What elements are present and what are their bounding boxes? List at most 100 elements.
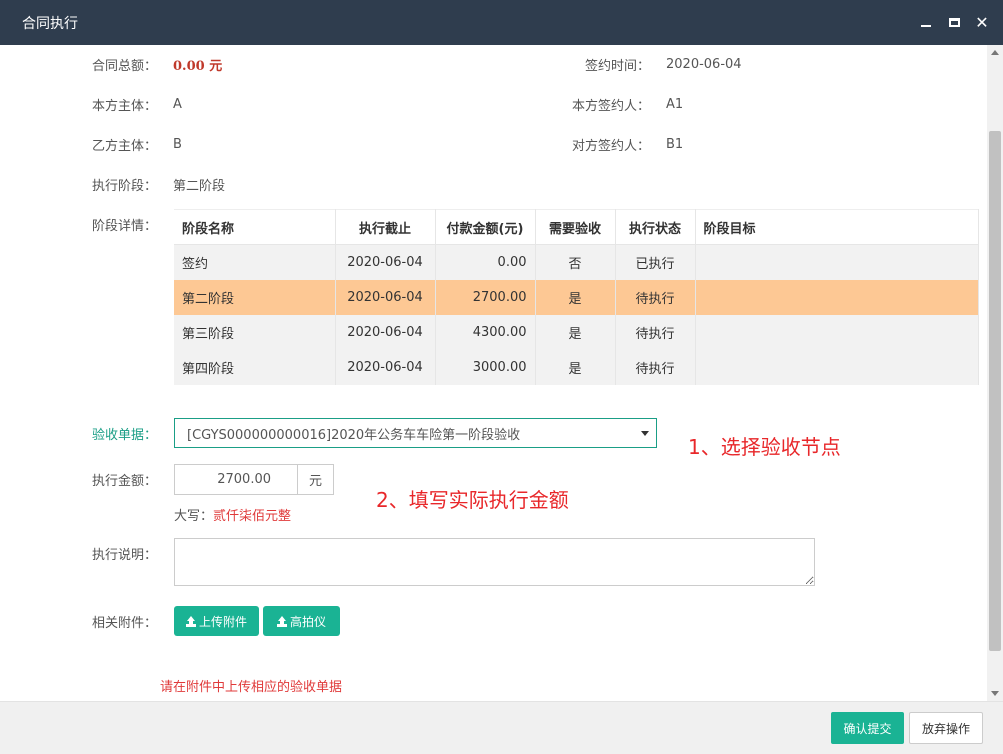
capital-label: 大写： xyxy=(174,509,214,524)
cell-status: 已执行 xyxy=(615,244,696,280)
total-amount-label: 合同总额： xyxy=(91,58,157,74)
upload-attachment-label: 上传附件 xyxy=(198,614,247,629)
stage-row: 执行阶段： 第二阶段 xyxy=(77,174,225,194)
capital-value: 贰仟柒佰元整 xyxy=(213,509,292,524)
stage-value: 第二阶段 xyxy=(173,178,226,194)
stage-table: 阶段名称 执行截止 付款金额(元) 需要验收 执行状态 阶段目标 签约 2020… xyxy=(174,209,979,385)
stage-detail-label: 阶段详情： xyxy=(91,218,157,234)
cancel-operation-button[interactable]: 放弃操作 xyxy=(909,712,983,744)
other-party-label: 乙方主体： xyxy=(91,138,157,154)
our-signer-value: A1 xyxy=(666,96,684,112)
acceptance-select[interactable]: [CGYS000000000016]2020年公务车车险第一阶段验收 xyxy=(174,418,657,448)
col-header-status[interactable]: 执行状态 xyxy=(615,209,696,245)
col-header-amount[interactable]: 付款金额(元) xyxy=(435,209,536,245)
minimize-button[interactable] xyxy=(919,16,933,30)
stage-detail-row: 阶段详情： xyxy=(77,214,157,234)
col-header-acceptance[interactable]: 需要验收 xyxy=(535,209,616,245)
cell-status: 待执行 xyxy=(615,279,696,315)
exec-desc-label: 执行说明： xyxy=(91,547,157,563)
exec-amount-row: 执行金额： xyxy=(77,469,157,489)
attachment-label: 相关附件： xyxy=(91,615,157,631)
exec-desc-row: 执行说明： xyxy=(77,543,157,563)
stage-label: 执行阶段： xyxy=(91,178,157,194)
cell-amount: 0.00 xyxy=(435,244,536,280)
other-party-row: 乙方主体： B xyxy=(77,134,182,154)
scrollbar-thumb[interactable] xyxy=(989,131,1001,651)
acceptance-selected-value: [CGYS000000000016]2020年公务车车险第一阶段验收 xyxy=(187,427,521,443)
our-party-value: A xyxy=(173,96,182,112)
other-party-value: B xyxy=(173,136,182,152)
window-controls: ✕ xyxy=(919,0,989,45)
annotation-step1: 1、选择验收节点 xyxy=(688,435,841,459)
exec-amount-input[interactable] xyxy=(174,464,298,495)
acceptance-row: 验收单据： xyxy=(77,423,157,443)
cell-status: 待执行 xyxy=(615,314,696,350)
upload-attachment-button[interactable]: 上传附件 xyxy=(174,606,259,636)
cell-amount: 2700.00 xyxy=(435,279,536,315)
other-signer-label: 对方签约人： xyxy=(571,138,650,154)
cell-amount: 3000.00 xyxy=(435,349,536,385)
cell-acceptance: 是 xyxy=(535,314,616,350)
table-header-row: 阶段名称 执行截止 付款金额(元) 需要验收 执行状态 阶段目标 xyxy=(174,209,979,245)
cell-goal xyxy=(695,244,979,280)
attachment-row: 相关附件： xyxy=(77,611,157,631)
col-header-deadline[interactable]: 执行截止 xyxy=(335,209,436,245)
cell-stage-name: 第四阶段 xyxy=(174,349,336,385)
col-header-goal[interactable]: 阶段目标 xyxy=(695,209,979,245)
confirm-submit-button[interactable]: 确认提交 xyxy=(831,712,904,744)
amount-unit: 元 xyxy=(297,464,334,495)
cell-goal xyxy=(695,279,979,315)
table-row[interactable]: 第三阶段 2020-06-04 4300.00 是 待执行 xyxy=(174,314,979,350)
table-row-selected[interactable]: 第二阶段 2020-06-04 2700.00 是 待执行 xyxy=(174,279,979,315)
cell-stage-name: 第三阶段 xyxy=(174,314,336,350)
total-amount-value: 0.00 元 xyxy=(173,58,223,74)
cell-acceptance: 是 xyxy=(535,279,616,315)
minimize-icon xyxy=(921,18,931,28)
other-signer-value: B1 xyxy=(666,136,684,152)
dialog-content: 合同总额： 0.00 元 签约时间： 2020-06-04 本方主体： A 本方… xyxy=(0,45,987,701)
sign-time-value: 2020-06-04 xyxy=(666,56,742,72)
exec-desc-textarea[interactable] xyxy=(174,538,815,586)
capital-amount-row: 大写：贰仟柒佰元整 xyxy=(174,505,291,524)
cell-acceptance: 是 xyxy=(535,349,616,385)
maximize-icon xyxy=(948,18,960,27)
exec-amount-label: 执行金额： xyxy=(91,473,157,489)
annotation-step2: 2、填写实际执行金额 xyxy=(376,488,569,512)
table-row[interactable]: 第四阶段 2020-06-04 3000.00 是 待执行 xyxy=(174,349,979,385)
scroll-up-icon[interactable] xyxy=(991,50,999,55)
cell-deadline: 2020-06-04 xyxy=(335,349,436,385)
maximize-button[interactable] xyxy=(947,16,961,30)
cell-amount: 4300.00 xyxy=(435,314,536,350)
cell-status: 待执行 xyxy=(615,349,696,385)
dialog-title: 合同执行 xyxy=(22,15,78,32)
cell-deadline: 2020-06-04 xyxy=(335,279,436,315)
attachment-hint: 请在附件中上传相应的验收单据 xyxy=(160,680,343,695)
cell-deadline: 2020-06-04 xyxy=(335,314,436,350)
document-camera-button[interactable]: 高拍仪 xyxy=(263,606,340,636)
our-party-row: 本方主体： A xyxy=(77,94,182,114)
upload-icon xyxy=(277,615,287,627)
table-row[interactable]: 签约 2020-06-04 0.00 否 已执行 xyxy=(174,244,979,280)
document-camera-label: 高拍仪 xyxy=(289,614,326,629)
our-signer-row: 本方签约人： A1 xyxy=(570,94,683,114)
acceptance-label: 验收单据： xyxy=(91,427,157,443)
our-party-label: 本方主体： xyxy=(91,98,157,114)
total-amount-row: 合同总额： 0.00 元 xyxy=(77,54,222,74)
dialog-titlebar: 合同执行 ✕ xyxy=(0,0,1003,45)
sign-time-label: 签约时间： xyxy=(584,58,650,74)
scroll-down-icon[interactable] xyxy=(991,691,999,696)
vertical-scrollbar[interactable] xyxy=(987,45,1003,701)
col-header-name[interactable]: 阶段名称 xyxy=(174,209,336,245)
close-icon[interactable]: ✕ xyxy=(975,14,989,30)
cell-stage-name: 签约 xyxy=(174,244,336,280)
upload-icon xyxy=(186,615,196,627)
cell-acceptance: 否 xyxy=(535,244,616,280)
dialog-footer: 确认提交 放弃操作 xyxy=(0,701,1003,754)
sign-time-row: 签约时间： 2020-06-04 xyxy=(570,54,742,74)
caret-down-icon xyxy=(641,431,649,436)
cell-deadline: 2020-06-04 xyxy=(335,244,436,280)
cell-goal xyxy=(695,349,979,385)
other-signer-row: 对方签约人： B1 xyxy=(570,134,683,154)
cell-stage-name: 第二阶段 xyxy=(174,279,336,315)
cell-goal xyxy=(695,314,979,350)
